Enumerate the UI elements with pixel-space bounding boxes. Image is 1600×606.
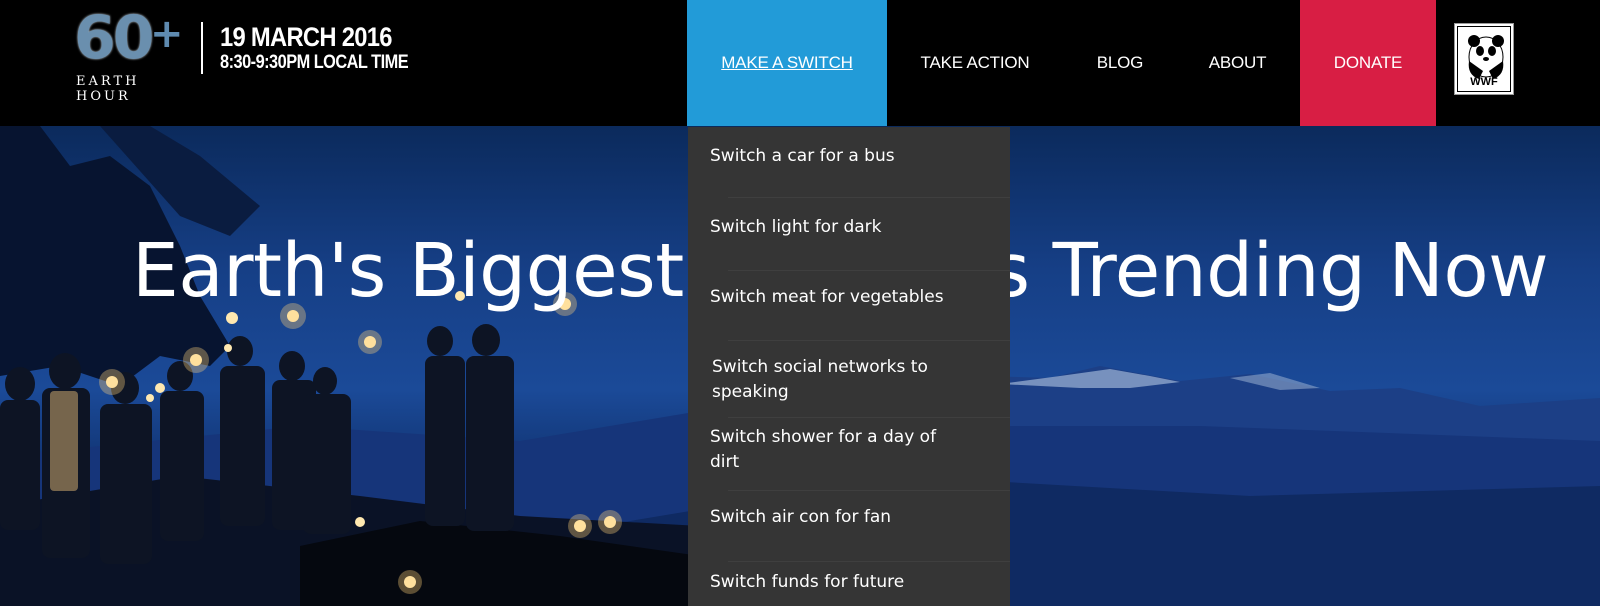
wwf-panda-logo[interactable]: WWF [1454,23,1514,95]
dropdown-divider [728,197,1010,198]
nav-about[interactable]: ABOUT [1195,0,1280,126]
dropdown-divider [728,270,1010,271]
site-header: 60 + EARTH HOUR 19 MARCH 2016 8:30-9:30P… [0,0,1600,126]
logo-text-line2: HOUR [76,89,131,104]
dropdown-item-shower-dirt[interactable]: Switch shower for a day of dirt [688,425,1010,475]
dropdown-item-social-speaking[interactable]: Switch social networks to speaking [688,355,1010,405]
make-a-switch-dropdown: Switch a car for a bus Switch light for … [688,127,1010,606]
header-divider [201,22,203,74]
nav-take-action[interactable]: TAKE ACTION [900,0,1050,126]
logo-text: EARTH HOUR [76,74,152,104]
donate-button[interactable]: DONATE [1300,0,1436,126]
dropdown-item-aircon-fan[interactable]: Switch air con for fan [688,505,1010,530]
nav-blog[interactable]: BLOG [1080,0,1160,126]
dropdown-item-car-bus[interactable]: Switch a car for a bus [688,144,1010,169]
dropdown-divider [728,417,1010,418]
dropdown-divider [728,340,1010,341]
earth-hour-logo[interactable]: 60 + EARTH HOUR [74,3,184,108]
dropdown-item-meat-vegetables[interactable]: Switch meat for vegetables [688,285,1010,310]
logo-number: 60 [74,3,154,73]
dropdown-item-funds-future[interactable]: Switch funds for future [688,570,1010,595]
dropdown-item-light-dark[interactable]: Switch light for dark [688,215,1010,240]
event-date: 19 MARCH 2016 [220,22,392,52]
panda-icon [1468,35,1504,79]
nav-make-a-switch-label: MAKE A SWITCH [721,53,853,72]
logo-plus: + [150,11,184,57]
logo-text-line1: EARTH [76,74,140,89]
wwf-text: WWF [1470,76,1498,88]
nav-make-a-switch[interactable]: MAKE A SWITCH [687,0,887,126]
dropdown-divider [728,561,1010,562]
event-time: 8:30-9:30PM LOCAL TIME [220,52,409,73]
dropdown-divider [728,490,1010,491]
